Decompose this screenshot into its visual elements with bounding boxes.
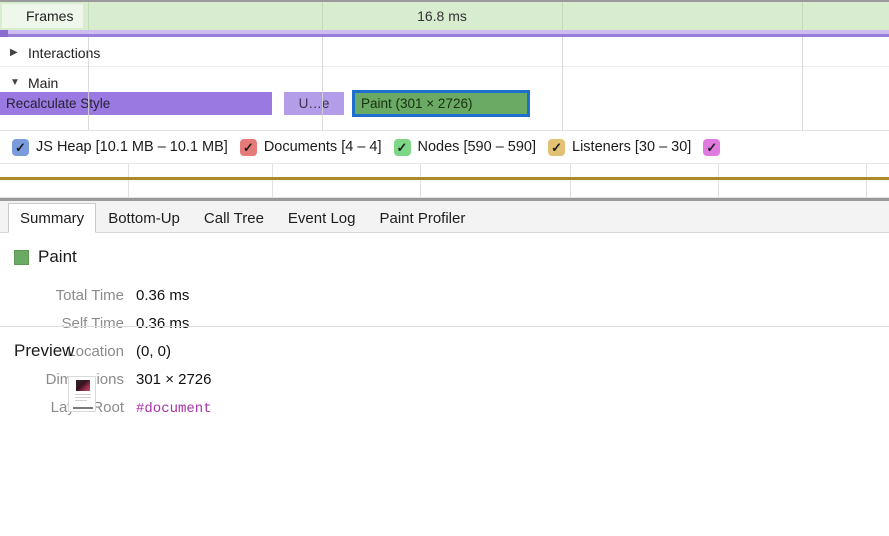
preview-thumbnail-line (75, 400, 87, 401)
tab-call-tree[interactable]: Call Tree (192, 203, 276, 232)
frame-separator (802, 2, 803, 30)
counter-gridline (272, 164, 273, 198)
tab-bottom-up[interactable]: Bottom-Up (96, 203, 192, 232)
counter-gpu-memory[interactable] (703, 138, 727, 156)
details-tabbar[interactable]: Summary Bottom-Up Call Tree Event Log Pa… (0, 201, 889, 233)
frames-track-label: Frames (2, 4, 84, 28)
details-drawer[interactable]: Summary Bottom-Up Call Tree Event Log Pa… (0, 198, 889, 536)
counters-legend[interactable]: JS Heap [10.1 MB – 10.1 MB] Documents [4… (0, 130, 889, 163)
timeline-gridline (88, 37, 89, 130)
counter-documents[interactable]: Documents [4 – 4] (239, 138, 382, 156)
flame-bar-update-layer-tree[interactable]: U…e (284, 92, 344, 115)
tab-summary[interactable]: Summary (8, 203, 97, 233)
checkbox-js-heap[interactable] (12, 138, 29, 156)
event-color-swatch (14, 249, 29, 265)
detail-row-location: Location (0, 0) (14, 343, 889, 360)
counter-gridline (718, 164, 719, 198)
checkbox-listeners[interactable] (548, 138, 566, 156)
counter-chart[interactable] (0, 163, 889, 198)
tab-event-log[interactable]: Event Log (276, 203, 368, 232)
timeline-overview[interactable]: Frames 16.8 ms ▶ Interactions ▼ Main Rec… (0, 0, 889, 130)
summary-panel: Paint Total Time 0.36 ms Self Time 0.36 … (0, 233, 889, 417)
detail-value-total-time: 0.36 ms (136, 287, 190, 304)
counter-series-line (0, 177, 889, 180)
summary-header: Paint (14, 247, 889, 267)
detail-key-total-time: Total Time (55, 287, 124, 304)
counter-gridline (420, 164, 421, 198)
checkbox-nodes[interactable] (393, 138, 411, 156)
preview-thumbnail-line (75, 394, 91, 395)
frame-separator (88, 2, 89, 30)
counter-nodes[interactable]: Nodes [590 – 590] (393, 138, 537, 156)
counter-label-js-heap: JS Heap [10.1 MB – 10.1 MB] (36, 139, 228, 155)
counter-label-nodes: Nodes [590 – 590] (417, 139, 537, 155)
timeline-gridline (562, 37, 563, 130)
preview-thumbnail-bar (73, 407, 93, 409)
counter-js-heap[interactable]: JS Heap [10.1 MB – 10.1 MB] (12, 138, 228, 156)
checkbox-gpu-memory[interactable] (703, 138, 721, 156)
frames-track-label-text: Frames (26, 8, 74, 24)
track-title-interactions: Interactions (28, 44, 101, 61)
flame-bar-recalculate-style[interactable]: Recalculate Style (0, 92, 272, 115)
detail-key-self-time: Self Time (61, 315, 124, 332)
chevron-right-icon[interactable]: ▶ (10, 47, 28, 58)
counter-gridline (866, 164, 867, 198)
timeline-gridline (802, 37, 803, 130)
counter-listeners[interactable]: Listeners [30 – 30] (548, 138, 692, 156)
counter-label-documents: Documents [4 – 4] (263, 139, 382, 155)
counter-gridline (128, 164, 129, 198)
interaction-marker[interactable] (0, 30, 8, 37)
tab-paint-profiler[interactable]: Paint Profiler (367, 203, 477, 232)
detail-value-location: (0, 0) (136, 343, 172, 360)
detail-row-self-time: Self Time 0.36 ms (14, 315, 889, 332)
summary-event-name: Paint (38, 247, 77, 266)
frame-duration-label: 16.8 ms (417, 8, 467, 24)
timeline-gridline (322, 37, 323, 130)
flame-bar-paint[interactable]: Paint (301 × 2726) (352, 90, 530, 117)
preview-thumbnail-line (75, 397, 91, 398)
frame-separator (562, 2, 563, 30)
track-row-interactions[interactable]: ▶ Interactions (0, 37, 889, 68)
chevron-down-icon[interactable]: ▼ (10, 77, 28, 88)
preview-thumbnail-image (76, 380, 90, 391)
preview-title: Preview (14, 341, 75, 360)
preview-thumbnail[interactable] (68, 376, 96, 412)
detail-row-dimensions: Dimensions 301 × 2726 (14, 371, 889, 388)
detail-value-self-time: 0.36 ms (136, 315, 190, 332)
track-title-main: Main (28, 74, 59, 91)
counter-gridline (570, 164, 571, 198)
detail-row-total-time: Total Time 0.36 ms (14, 287, 889, 304)
checkbox-documents[interactable] (239, 138, 257, 156)
summary-preview-divider (0, 326, 889, 327)
counter-label-listeners: Listeners [30 – 30] (572, 139, 692, 155)
detail-row-layer-root: Layer Root #document (14, 399, 889, 417)
detail-value-layer-root[interactable]: #document (136, 401, 212, 417)
detail-value-dimensions: 301 × 2726 (136, 371, 212, 388)
